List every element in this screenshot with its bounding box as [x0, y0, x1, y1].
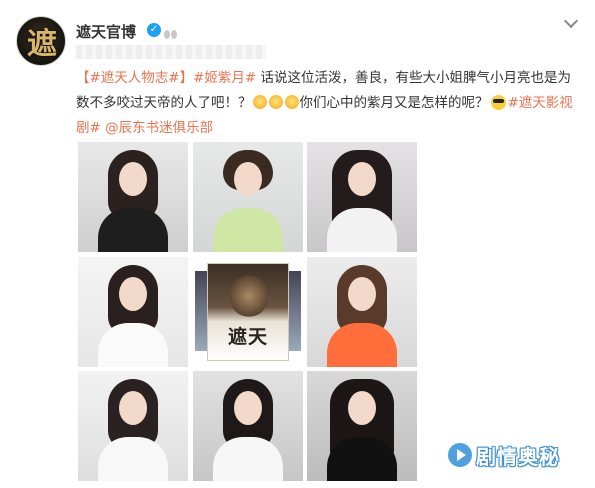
photo-3[interactable] [307, 142, 417, 252]
vip-icon [164, 24, 180, 39]
book-cover: 遮天 [207, 263, 289, 361]
avatar-logo-text: 遮 [27, 27, 57, 62]
photo-5-book-cover[interactable]: 遮天 [193, 257, 303, 367]
sunglasses-icon [490, 95, 506, 110]
book-title: 遮天 [227, 326, 268, 348]
photo-4[interactable] [78, 257, 188, 367]
weibo-post: 遮 遮天官博 ✓ 【#遮天人物志#】#姬紫月# 话说这位活泼，善良，有些大小姐脾… [0, 0, 595, 488]
emoji-icon [268, 95, 283, 109]
photo-9[interactable] [307, 371, 417, 481]
photo-7[interactable] [78, 371, 188, 481]
mention-link[interactable]: @辰东书迷俱乐部 [105, 120, 213, 136]
watermark: 剧情奥秘 [448, 439, 560, 471]
photo-grid: 遮天 [78, 142, 417, 488]
verified-icon: ✓ [147, 23, 161, 37]
topic-link[interactable]: 【#遮天人物志#】 [76, 70, 193, 86]
book-spine [289, 271, 301, 351]
post-text-segment: 你们心中的紫月又是怎样的呢？ [299, 95, 489, 111]
topic-link[interactable]: #姬紫月# [193, 70, 256, 86]
watermark-text: 剧情奥秘 [476, 444, 560, 469]
photo-6[interactable] [307, 257, 417, 367]
photo-2[interactable] [193, 142, 303, 252]
photo-8[interactable] [193, 371, 303, 481]
chevron-down-icon[interactable] [562, 14, 580, 32]
post-text: 【#遮天人物志#】#姬紫月# 话说这位活泼，善良，有些大小姐脾气小月亮也是为数不… [76, 66, 576, 141]
avatar[interactable]: 遮 [16, 16, 66, 66]
emoji-icon [284, 95, 299, 109]
book-spine [195, 271, 207, 351]
play-icon [448, 443, 472, 467]
photo-1[interactable] [78, 142, 188, 252]
emoji-icon [252, 95, 267, 109]
post-meta-obscured [76, 45, 266, 59]
account-name[interactable]: 遮天官博 [76, 21, 136, 42]
